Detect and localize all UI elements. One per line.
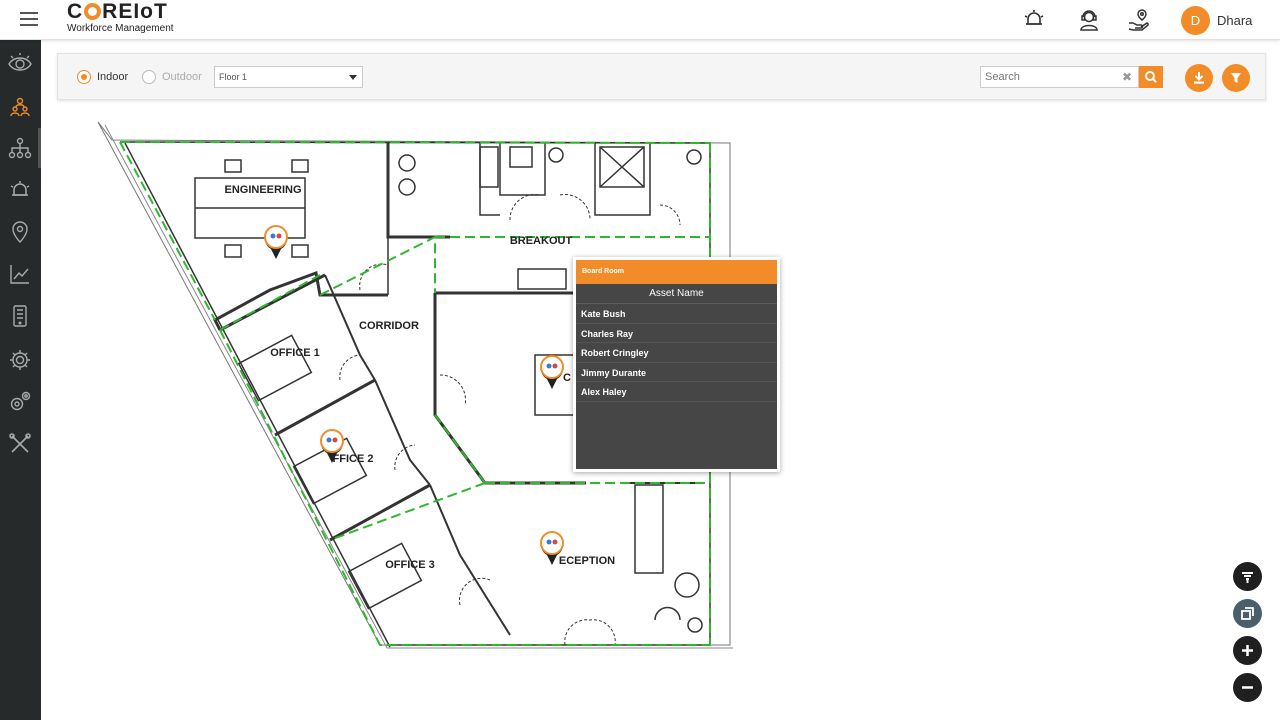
app-logo[interactable]: C REIoT Workforce Management — [67, 0, 174, 34]
logo-wordmark: C REIoT — [67, 0, 168, 23]
location-pin-icon[interactable] — [6, 218, 34, 246]
plus-icon — [1242, 645, 1253, 656]
user-name[interactable]: Dhara — [1217, 13, 1252, 28]
tools-icon[interactable] — [6, 430, 34, 458]
avatar[interactable]: D — [1181, 6, 1210, 35]
layers-button[interactable] — [1233, 562, 1262, 591]
list-item[interactable]: Jimmy Durante — [576, 363, 777, 382]
outdoor-radio[interactable] — [142, 70, 156, 84]
outdoor-label[interactable]: Outdoor — [162, 71, 202, 83]
fit-view-button[interactable] — [1233, 599, 1262, 628]
hierarchy-icon[interactable] — [6, 134, 34, 162]
indoor-label[interactable]: Indoor — [97, 71, 128, 83]
top-header: C REIoT Workforce Management D Dhara — [0, 0, 1280, 40]
dashboard-eye-icon[interactable] — [6, 50, 34, 78]
list-item[interactable]: Robert Cringley — [576, 343, 777, 363]
floor-select[interactable]: Floor 1 — [214, 66, 363, 88]
room-label-office3: OFFICE 3 — [385, 559, 435, 571]
support-agent-icon[interactable] — [1077, 8, 1101, 32]
expand-icon — [1241, 607, 1254, 620]
filter-button[interactable] — [1222, 64, 1250, 92]
settings-icon[interactable] — [6, 346, 34, 374]
search-input[interactable] — [981, 67, 1111, 87]
zoom-out-button[interactable] — [1233, 673, 1262, 702]
advanced-settings-icon[interactable] — [6, 388, 34, 416]
people-map-icon[interactable] — [6, 92, 34, 120]
popup-column-header: Asset Name — [576, 284, 777, 304]
map-toolbar: Indoor Outdoor Floor 1 ✖ — [57, 53, 1266, 100]
minus-icon — [1242, 686, 1253, 689]
clear-icon[interactable]: ✖ — [1122, 70, 1132, 84]
chevron-down-icon — [349, 75, 357, 80]
hand-location-icon[interactable] — [1127, 8, 1151, 32]
floor-select-value: Floor 1 — [219, 72, 248, 82]
room-label-breakout: BREAKOUT — [510, 235, 573, 247]
room-label-office2: FFICE 2 — [333, 453, 374, 465]
alert-icon[interactable] — [6, 176, 34, 204]
device-icon[interactable] — [6, 302, 34, 330]
zoom-in-button[interactable] — [1233, 636, 1262, 665]
room-label-corridor: CORRIDOR — [359, 320, 419, 332]
search-button[interactable] — [1139, 66, 1163, 88]
download-icon — [1194, 72, 1204, 84]
download-button[interactable] — [1185, 64, 1213, 92]
room-label-engineering: ENGINEERING — [224, 184, 301, 196]
map-marker-boardroom[interactable] — [540, 355, 564, 389]
room-label-office1: OFFICE 1 — [270, 347, 320, 359]
menu-icon[interactable] — [20, 12, 38, 26]
popup-title: Board Room — [576, 260, 777, 284]
list-item[interactable]: Alex Haley — [576, 382, 777, 402]
filter-icon — [1231, 73, 1241, 83]
alert-bell-icon[interactable] — [1022, 8, 1046, 32]
room-label-reception: ECEPTION — [559, 555, 615, 567]
sidebar — [0, 40, 41, 720]
search-icon — [1145, 71, 1157, 83]
logo-subtitle: Workforce Management — [67, 23, 174, 34]
layers-icon — [1242, 572, 1253, 583]
list-item[interactable]: Kate Bush — [576, 304, 777, 324]
indoor-radio[interactable] — [77, 70, 91, 84]
sidebar-scrollbar[interactable] — [38, 128, 41, 168]
list-item[interactable]: Charles Ray — [576, 324, 777, 343]
asset-popup: Board Room Asset Name Kate Bush Charles … — [573, 257, 780, 472]
map-marker-engineering[interactable] — [264, 225, 288, 259]
room-label-boardroom: C — [563, 372, 571, 384]
analytics-icon[interactable] — [6, 260, 34, 288]
search-box: ✖ — [980, 66, 1139, 88]
